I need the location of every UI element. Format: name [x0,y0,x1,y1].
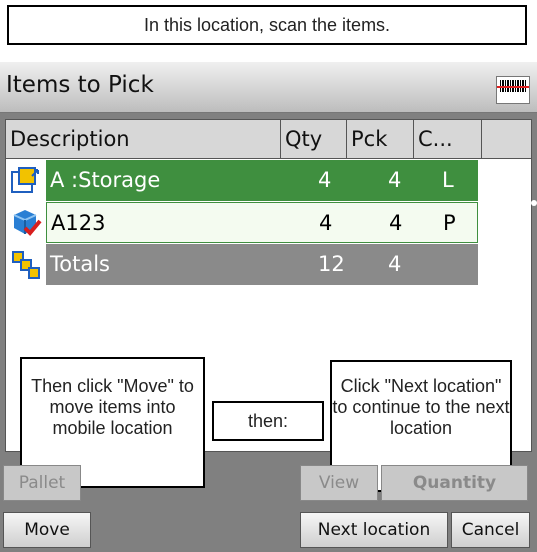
column-header-blank [482,120,531,158]
cell-qty: 4 [319,211,333,235]
cell-description: A123 [51,211,106,235]
view-button[interactable]: View [300,465,378,501]
table-row[interactable]: A123 4 4 P [46,202,478,243]
column-header-description[interactable]: Description [6,120,281,158]
instruction-callout-top: In this location, scan the items. [7,5,527,45]
cell-c: P [443,211,456,235]
scroll-indicator [531,200,537,206]
column-header-pck[interactable]: Pck [347,120,414,158]
title-bar: Items to Pick [0,62,537,113]
column-header-qty[interactable]: Qty [281,120,347,158]
cancel-button[interactable]: Cancel [451,512,530,548]
pallet-button[interactable]: Pallet [3,465,81,501]
move-button[interactable]: Move [3,512,91,548]
quantity-button[interactable]: Quantity [381,465,528,501]
cell-description: Totals [50,252,110,276]
items-to-pick-window: Items to Pick Description Qty Pck C... A… [0,62,537,552]
cell-pck: 4 [389,211,403,235]
cell-qty: 4 [318,168,332,192]
items-grid-panel: Description Qty Pck C... A :Storage 4 4 [5,119,532,492]
table-row-totals[interactable]: Totals 12 4 [46,244,478,285]
callout-then: then: [212,401,324,441]
window-title: Items to Pick [6,72,154,98]
cell-qty: 12 [318,252,345,276]
grid-header: Description Qty Pck C... [6,120,531,159]
cell-description: A :Storage [50,168,161,192]
storage-location-icon [11,167,39,193]
button-row-bottom: Move Next location Cancel [0,509,537,552]
barcode-scanner-icon[interactable] [496,76,530,104]
next-location-button[interactable]: Next location [300,512,448,548]
totals-icon [12,251,40,279]
item-box-check-icon [13,210,42,236]
column-header-c[interactable]: C... [414,120,482,158]
button-row-top: Pallet View Quantity [0,463,537,503]
cell-c: L [442,168,454,192]
table-row[interactable]: A :Storage 4 4 L [46,160,478,201]
cell-pck: 4 [388,168,402,192]
cell-pck: 4 [388,252,402,276]
